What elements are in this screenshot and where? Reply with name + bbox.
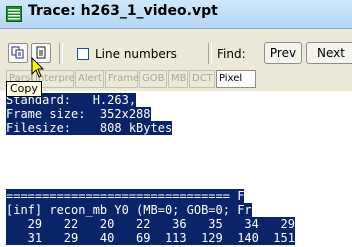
mouse-pointer-icon [31, 57, 45, 78]
line-numbers-label[interactable]: Line numbers [95, 47, 177, 61]
copy-icon [11, 46, 24, 59]
pixel-button[interactable]: Pixel [216, 70, 256, 88]
trace-line: [inf] recon_mb Y0 (MB=0; GOB=0; Fr [6, 203, 252, 217]
trace-line: Frame size: 352x288 [6, 107, 151, 121]
format-bar: Parse Interpret Alert Frame GOB MB DCT P… [0, 67, 352, 91]
mb-button[interactable]: MB [168, 70, 188, 88]
find-label: Find: [217, 47, 246, 61]
toolbar: Line numbers Find: Prev Next [0, 29, 352, 67]
copy-button[interactable] [8, 43, 28, 63]
frame-button[interactable]: Frame [105, 70, 139, 88]
toolbar-separator [59, 43, 63, 64]
window-title: Trace: h263_1_video.vpt [28, 3, 218, 19]
gob-button[interactable]: GOB [139, 70, 167, 88]
trace-line: 29 22 20 22 36 35 34 29 [6, 217, 295, 231]
line-numbers-checkbox[interactable] [77, 48, 89, 60]
title-bar[interactable]: Trace: h263_1_video.vpt [0, 0, 352, 29]
trace-line: Filesize: 808 kBytes [6, 121, 173, 135]
trace-line: 31 29 40 69 113 129 140 151 [6, 231, 295, 245]
trace-window: Trace: h263_1_video.vpt Line numbers Fin… [0, 0, 352, 247]
trace-line: =============================== F [6, 189, 245, 203]
trace-text-area[interactable]: Standard: H.263, Frame size: 352x288 Fil… [0, 91, 352, 247]
copy-tooltip: Copy [6, 81, 42, 97]
app-icon [6, 6, 22, 22]
alert-button[interactable]: Alert [75, 70, 104, 88]
dct-button[interactable]: DCT [189, 70, 215, 88]
next-button[interactable]: Next [306, 42, 352, 64]
prev-button[interactable]: Prev [264, 42, 302, 64]
toolbar-separator [208, 43, 212, 64]
